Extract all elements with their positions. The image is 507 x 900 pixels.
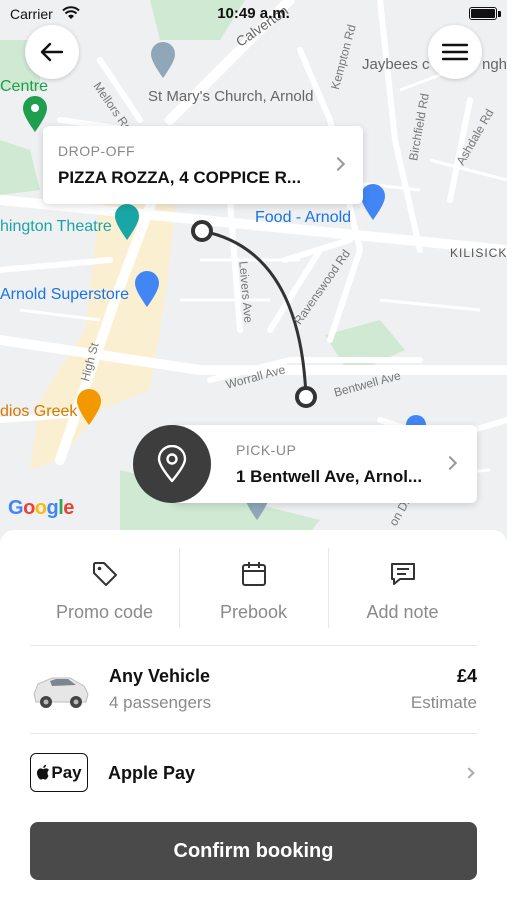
status-bar: Carrier 10:49 a.m.	[0, 0, 507, 28]
dropoff-address: PIZZA ROZZA, 4 COPPICE R...	[58, 168, 302, 187]
poi-label-centre: Centre	[0, 78, 49, 95]
hamburger-icon	[442, 43, 468, 61]
poi-label-food: Food - Arnold	[255, 209, 352, 226]
poi-label-greek: dios Greek	[0, 403, 78, 420]
apple-pay-badge: Pay	[30, 753, 88, 792]
action-bar: Promo code Prebook Add note	[30, 530, 477, 646]
area-label-kilisick: KILISICK	[450, 246, 507, 260]
prebook-button[interactable]: Prebook	[179, 530, 328, 645]
poi-label-st-marys: St Mary's Church, Arnold	[148, 88, 314, 105]
vehicle-option[interactable]: Any Vehicle 4 passengers £4 Estimate	[30, 646, 477, 734]
vehicle-passengers: 4 passengers	[109, 693, 212, 712]
dropoff-type-label: DROP-OFF	[58, 143, 136, 159]
arrow-left-icon	[40, 42, 64, 62]
tag-icon	[92, 562, 117, 586]
vehicle-name: Any Vehicle	[109, 666, 211, 686]
pickup-address: 1 Bentwell Ave, Arnol...	[236, 467, 423, 486]
location-pin-icon	[157, 445, 187, 483]
poi-label-theatre: hington Theatre	[0, 218, 112, 235]
promo-code-label: Promo code	[55, 602, 154, 622]
dropoff-card[interactable]: DROP-OFF PIZZA ROZZA, 4 COPPICE R...	[43, 126, 363, 204]
apple-icon	[37, 764, 50, 780]
battery-icon	[469, 7, 497, 20]
menu-button[interactable]	[428, 25, 482, 79]
poi-label-jaybees-tail: ngh	[482, 56, 507, 73]
poi-label-superstore: Arnold Superstore	[0, 286, 129, 303]
car-icon	[33, 677, 89, 708]
chevron-right-icon	[442, 455, 458, 471]
booking-sheet: Promo code Prebook Add note Any Vehicle …	[0, 530, 507, 900]
promo-code-button[interactable]: Promo code	[30, 530, 179, 645]
confirm-booking-button[interactable]: Confirm booking	[30, 822, 477, 880]
status-time: 10:49 a.m.	[217, 5, 290, 22]
chevron-right-icon	[330, 156, 346, 172]
vehicle-estimate-label: Estimate	[410, 693, 477, 712]
back-button[interactable]	[25, 25, 79, 79]
vehicle-price: £4	[456, 666, 477, 686]
pickup-marker[interactable]	[133, 425, 211, 503]
poi-label-jaybees: Jaybees c	[362, 56, 430, 73]
payment-method-row[interactable]: Pay Apple Pay	[30, 734, 477, 814]
pickup-card[interactable]: PICK-UP 1 Bentwell Ave, Arnol...	[172, 425, 477, 503]
google-logo: Google	[8, 497, 74, 519]
pickup-type-label: PICK-UP	[236, 442, 297, 458]
add-note-button[interactable]: Add note	[328, 530, 477, 645]
add-note-label: Add note	[366, 602, 439, 622]
prebook-label: Prebook	[219, 602, 288, 622]
chevron-right-icon	[463, 767, 475, 779]
message-icon	[390, 563, 415, 585]
payment-method-name: Apple Pay	[108, 763, 196, 783]
calendar-icon	[241, 562, 266, 586]
apple-pay-badge-label: Pay	[51, 762, 82, 782]
